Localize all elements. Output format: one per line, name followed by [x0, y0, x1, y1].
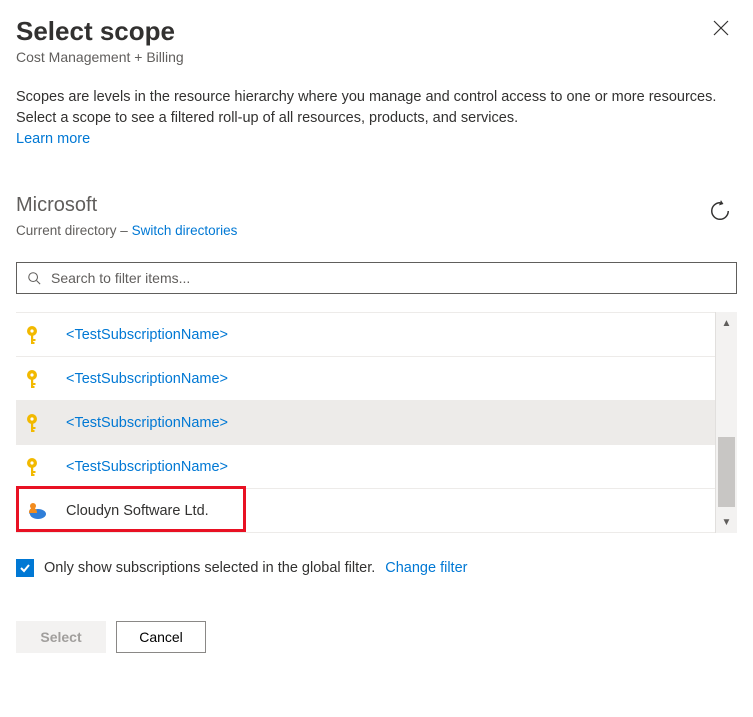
scope-label: <TestSubscriptionName>	[66, 459, 228, 475]
scope-label: <TestSubscriptionName>	[66, 327, 228, 343]
scope-label: Cloudyn Software Ltd.	[66, 503, 209, 519]
switch-directories-link[interactable]: Switch directories	[132, 223, 238, 238]
global-filter-checkbox[interactable]	[16, 559, 34, 577]
refresh-icon	[709, 200, 731, 222]
global-filter-label: Only show subscriptions selected in the …	[44, 560, 375, 576]
key-icon	[26, 325, 46, 345]
select-button[interactable]: Select	[16, 621, 106, 653]
close-icon	[713, 20, 729, 36]
breadcrumb: Cost Management + Billing	[16, 49, 184, 65]
description-text: Scopes are levels in the resource hierar…	[16, 87, 737, 150]
scrollbar[interactable]: ▲ ▼	[715, 312, 737, 533]
checkmark-icon	[19, 562, 31, 574]
cloud-person-icon	[26, 501, 46, 521]
learn-more-link[interactable]: Learn more	[16, 131, 90, 147]
key-icon	[26, 413, 46, 433]
scroll-up-button[interactable]: ▲	[716, 312, 737, 334]
cancel-button[interactable]: Cancel	[116, 621, 206, 653]
page-title: Select scope	[16, 16, 184, 47]
scope-row[interactable]: <TestSubscriptionName>	[16, 357, 715, 401]
close-button[interactable]	[705, 16, 737, 43]
key-icon	[26, 369, 46, 389]
search-field-wrapper[interactable]	[16, 262, 737, 294]
scope-label: <TestSubscriptionName>	[66, 371, 228, 387]
scope-row[interactable]: Cloudyn Software Ltd.	[16, 489, 715, 533]
scroll-down-button[interactable]: ▼	[716, 511, 737, 533]
key-icon	[26, 457, 46, 477]
search-input[interactable]	[49, 269, 726, 287]
scope-row[interactable]: <TestSubscriptionName>	[16, 445, 715, 489]
scope-label: <TestSubscriptionName>	[66, 415, 228, 431]
current-directory-label: Current directory –	[16, 223, 128, 238]
description-body: Scopes are levels in the resource hierar…	[16, 89, 716, 126]
scope-list: <TestSubscriptionName> <TestSubscriptionN…	[16, 312, 715, 533]
scope-row[interactable]: <TestSubscriptionName>	[16, 313, 715, 357]
directory-name: Microsoft	[16, 194, 237, 217]
refresh-button[interactable]	[703, 194, 737, 228]
scroll-thumb[interactable]	[718, 437, 735, 507]
change-filter-link[interactable]: Change filter	[385, 560, 467, 576]
scope-row[interactable]: <TestSubscriptionName>	[16, 401, 715, 445]
search-icon	[27, 271, 41, 285]
